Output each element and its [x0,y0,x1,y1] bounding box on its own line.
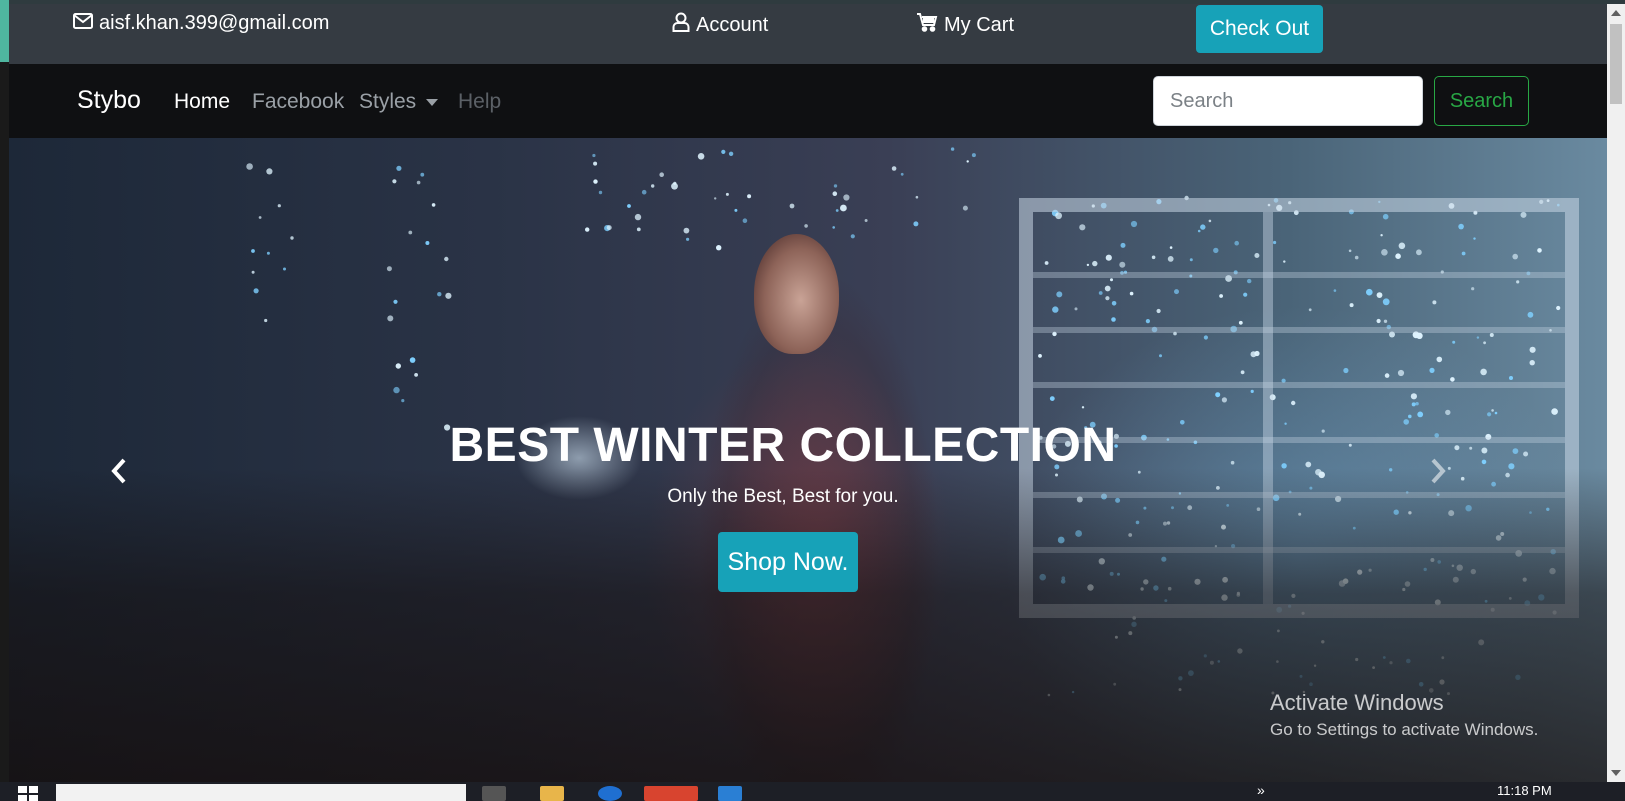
hero-subtitle: Only the Best, Best for you. [667,486,899,507]
taskbar-search-box[interactable] [56,784,466,801]
caret-down-icon [426,98,439,106]
edge-browser-icon[interactable] [598,786,622,801]
shop-now-button[interactable]: Shop Now. [718,532,858,592]
windows-start-icon[interactable] [18,786,38,801]
file-explorer-icon[interactable] [540,786,564,801]
search-button[interactable]: Search [1434,76,1529,126]
scroll-up-icon[interactable] [1611,10,1621,16]
tray-overflow-icon[interactable]: » [1257,782,1265,798]
nav-styles-dropdown[interactable]: Styles [359,90,439,114]
activate-windows-watermark: Activate Windows Go to Settings to activ… [1270,690,1538,740]
watermark-line2: Go to Settings to activate Windows. [1270,720,1539,739]
task-view-icon[interactable] [482,786,506,801]
top-contact-bar: aisf.khan.399@gmail.com Account My Cart … [9,4,1607,64]
carousel-next-button[interactable] [1423,458,1453,488]
cart-link[interactable]: My Cart [916,12,1014,38]
chevron-left-icon [110,458,128,489]
main-navbar: Stybo Home Facebook Styles Help Search [9,64,1607,138]
scroll-down-icon[interactable] [1611,770,1621,776]
user-icon [672,12,690,38]
email-link[interactable]: aisf.khan.399@gmail.com [73,12,329,35]
model-head [754,234,839,354]
account-label: Account [696,13,769,36]
taskbar-clock[interactable]: 11:18 PM [1497,783,1552,798]
window-edge-accent [0,0,9,62]
hero-carousel: BEST WINTER COLLECTION Only the Best, Be… [9,138,1607,782]
watermark-line1: Activate Windows [1270,690,1444,715]
cart-icon [916,12,938,38]
active-app-icon[interactable] [644,786,698,801]
checkout-button[interactable]: Check Out [1196,5,1323,53]
account-link[interactable]: Account [672,12,768,38]
envelope-icon [73,12,93,35]
nav-styles-label: Styles [359,90,417,113]
windows-taskbar: » 11:18 PM [0,782,1625,801]
email-text: aisf.khan.399@gmail.com [99,12,330,34]
nav-facebook[interactable]: Facebook [252,90,344,114]
nav-help[interactable]: Help [458,90,501,114]
brand-logo[interactable]: Stybo [77,86,141,115]
scroll-thumb[interactable] [1610,24,1622,104]
browser-frame: aisf.khan.399@gmail.com Account My Cart … [0,0,1625,801]
window-edge-dark [0,62,9,782]
chevron-right-icon [1429,458,1447,489]
vertical-scrollbar[interactable] [1607,4,1625,782]
vscode-icon[interactable] [718,786,742,801]
cart-label: My Cart [944,13,1014,36]
search-input[interactable] [1153,76,1423,126]
nav-home[interactable]: Home [174,90,230,114]
carousel-prev-button[interactable] [104,458,134,488]
hero-title: BEST WINTER COLLECTION [449,419,1117,472]
